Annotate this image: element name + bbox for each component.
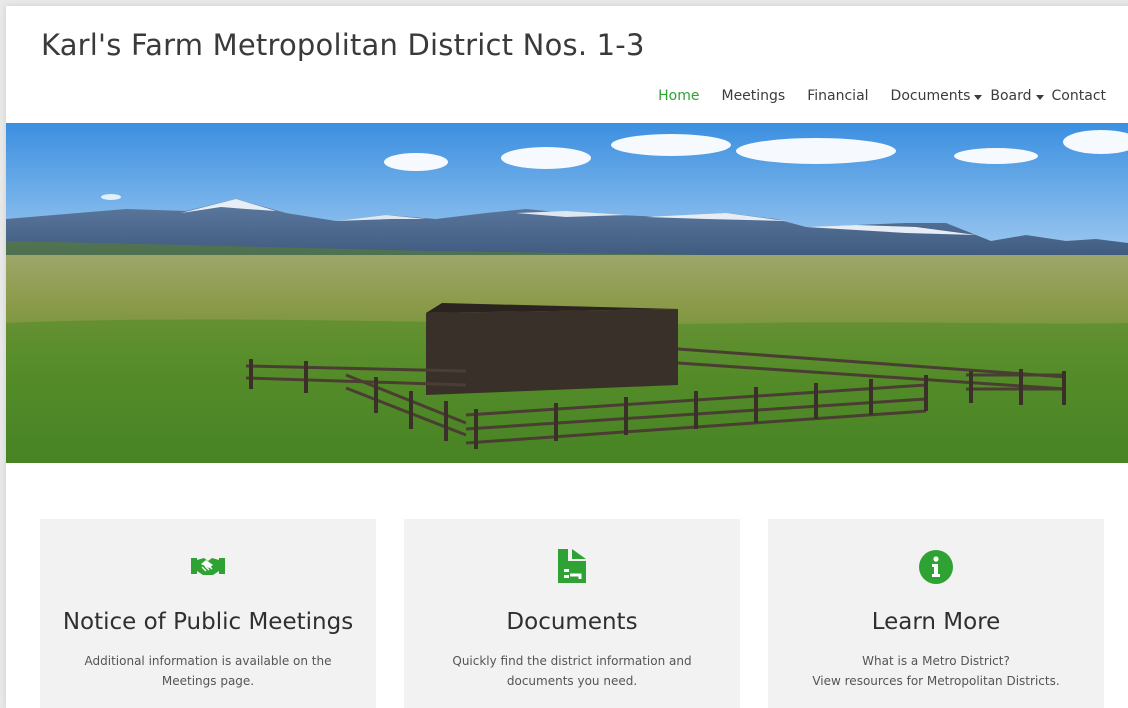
caret-down-icon [974, 94, 983, 100]
card-title: Learn More [871, 609, 1001, 635]
card-description: What is a Metro District? View resources… [788, 651, 1084, 691]
nav-documents[interactable]: Documents [891, 88, 983, 104]
card-line: documents you need. [506, 674, 638, 688]
nav-documents-label: Documents [890, 88, 971, 104]
site-title[interactable]: Karl's Farm Metropolitan District Nos. 1… [41, 28, 645, 62]
feature-cards: Notice of Public Meetings Additional inf… [40, 519, 1104, 708]
nav-home[interactable]: Home [658, 88, 699, 104]
card-line: Meetings page. [161, 674, 255, 688]
info-icon [919, 550, 953, 584]
nav-contact-label: Contact [1051, 88, 1106, 104]
card-line: What is a Metro District? [862, 654, 1010, 668]
document-icon [558, 549, 586, 583]
nav-financial[interactable]: Financial [807, 88, 868, 104]
card-line: View resources for Metropolitan District… [812, 674, 1060, 688]
card-documents[interactable]: Documents Quickly find the district info… [404, 519, 740, 708]
nav-board[interactable]: Board [990, 88, 1044, 104]
card-title: Notice of Public Meetings [62, 609, 354, 635]
card-learn-more[interactable]: Learn More What is a Metro District? Vie… [768, 519, 1104, 708]
nav-meetings-label: Meetings [721, 88, 786, 104]
nav-financial-label: Financial [807, 88, 869, 104]
nav-home-label: Home [658, 88, 700, 104]
nav-meetings[interactable]: Meetings [721, 88, 785, 104]
nav-board-label: Board [990, 88, 1032, 104]
handshake-icon [191, 558, 225, 575]
nav-contact[interactable]: Contact [1052, 88, 1106, 104]
hero-image [6, 123, 1128, 463]
card-line: Quickly find the district information an… [452, 654, 692, 668]
page: Karl's Farm Metropolitan District Nos. 1… [6, 6, 1128, 708]
card-description: Quickly find the district information an… [424, 651, 720, 691]
card-description: Additional information is available on t… [60, 651, 356, 691]
card-title: Documents [506, 609, 638, 635]
card-line: Additional information is available on t… [84, 654, 332, 668]
card-public-meetings[interactable]: Notice of Public Meetings Additional inf… [40, 519, 376, 708]
main-nav: Home Meetings Financial Documents Board … [636, 88, 1106, 104]
caret-down-icon [1035, 94, 1044, 100]
